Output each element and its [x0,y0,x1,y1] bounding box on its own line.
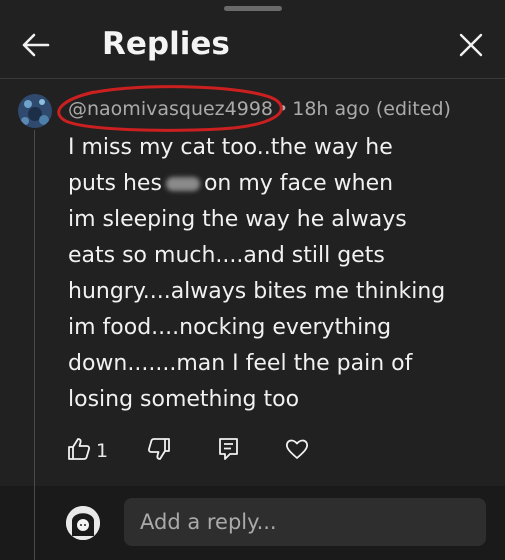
heart-icon [285,439,309,459]
comment-line: down.......man I feel the pain of [68,351,413,376]
comment-line: im sleeping the way he always [68,207,407,232]
thumbs-up-icon [68,438,91,460]
heart-button[interactable] [284,436,314,466]
back-arrow-icon[interactable] [18,28,52,62]
thumbs-down-icon [147,438,170,460]
like-count: 1 [96,440,109,462]
thread-line [34,486,35,560]
dislike-button[interactable] [146,436,176,466]
comment-line: im food....nocking everything [68,315,392,340]
comment-line: losing something too [68,387,300,412]
page-title: Replies [102,26,230,62]
reply-comment-icon [219,438,238,460]
comment-line: hungry....always bites me thinking [68,279,446,304]
reply-button[interactable] [216,436,246,466]
close-icon[interactable] [456,30,486,60]
avatar[interactable] [18,94,52,128]
comment-line: puts hes on my face when [68,171,394,196]
comment-time: 18h ago (edited) [292,98,451,120]
like-button[interactable]: 1 [66,436,126,466]
censored-word [165,177,200,191]
reply-placeholder: Add a reply... [140,510,277,534]
red-annotation-circle [50,82,290,134]
header-divider [0,78,505,79]
comment-body: I miss my cat too..the way he puts hes on… [68,130,488,418]
drag-handle[interactable] [224,6,282,11]
comment-line: I miss my cat too..the way he [68,135,393,160]
reply-bar: Add a reply... [0,486,505,560]
user-avatar [66,506,100,540]
reply-input[interactable]: Add a reply... [124,498,486,546]
comment-line: eats so much....and still gets [68,243,385,268]
header: Replies [0,14,505,78]
